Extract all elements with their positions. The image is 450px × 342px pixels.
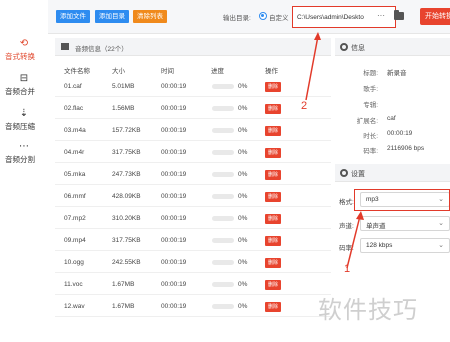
annotation-arrowhead-1 [356, 211, 364, 220]
annotation-number-2: 2 [301, 100, 308, 112]
annotation-arrow-2 [305, 35, 319, 101]
annotation-arrow-1 [346, 215, 361, 269]
annotation-number-1: 1 [344, 263, 351, 275]
watermark: 软件技巧 [318, 296, 418, 324]
annotation-arrowhead-2 [314, 32, 321, 40]
